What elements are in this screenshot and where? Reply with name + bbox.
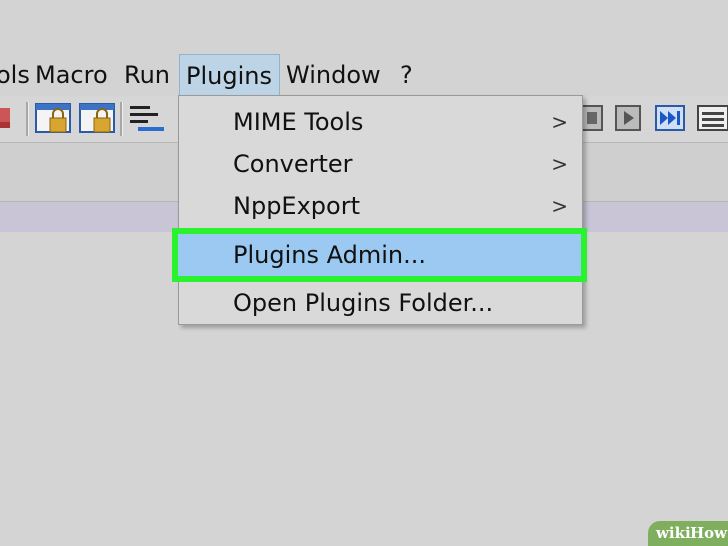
menu-plugins[interactable]: Plugins [179,54,280,96]
menu-item-label: Open Plugins Folder... [233,289,494,317]
chevron-right-icon: > [551,194,568,218]
menu-item-mime-tools[interactable]: MIME Tools > [179,101,582,143]
chevron-right-icon: > [551,152,568,176]
toolbar-separator [26,102,29,136]
view-window-lock-icon[interactable] [34,100,74,142]
menu-bar: ols Macro Run Plugins Window ? [0,0,728,98]
toolbar-separator [120,102,123,136]
menu-item-converter[interactable]: Converter > [179,143,582,185]
view-window-lock-icon[interactable] [78,100,118,142]
menu-item-label: Plugins Admin... [233,241,426,269]
stop-record-icon[interactable] [580,100,604,142]
play-macro-icon[interactable] [614,100,644,142]
chevron-right-icon: > [551,110,568,134]
logo-text: How [690,524,728,542]
menu-help[interactable]: ? [400,54,413,96]
menu-item-label: Converter [233,150,353,178]
menu-item-label: MIME Tools [233,108,364,136]
save-macro-icon[interactable] [696,100,728,142]
logo-text: wiki [656,524,691,542]
toolbar-clipped-icon[interactable] [0,100,16,140]
run-multiple-macro-icon[interactable] [654,100,688,142]
menu-window[interactable]: Window [286,54,381,96]
menu-tools[interactable]: ols [0,54,30,96]
menu-item-nppexport[interactable]: NppExport > [179,185,582,227]
plugins-dropdown-menu: MIME Tools > Converter > NppExport > Ope… [178,95,583,325]
menu-run[interactable]: Run [124,54,170,96]
word-wrap-icon[interactable] [128,100,168,142]
menu-item-open-plugins-folder[interactable]: Open Plugins Folder... [179,282,582,324]
menu-item-label: NppExport [233,192,360,220]
menu-macro[interactable]: Macro [35,54,108,96]
wikihow-logo: wiki How [648,521,728,546]
